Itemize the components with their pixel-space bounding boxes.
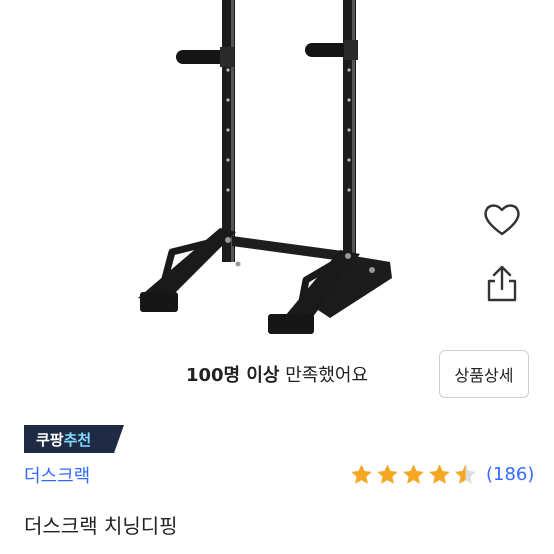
badge-label-reco: 추천 bbox=[63, 431, 92, 449]
star-icon bbox=[403, 463, 424, 484]
star-icon bbox=[351, 463, 372, 484]
product-image bbox=[138, 0, 392, 334]
brand-link[interactable]: 더스크랙 bbox=[24, 462, 90, 488]
product-title: 더스크랙 치닝디핑 bbox=[24, 514, 178, 538]
review-count[interactable]: (186) bbox=[486, 464, 534, 485]
star-icon bbox=[377, 463, 398, 484]
share-icon[interactable] bbox=[480, 262, 524, 306]
heart-icon[interactable] bbox=[480, 198, 524, 242]
satisfaction-count: 100명 이상 bbox=[185, 365, 280, 386]
badge-label-coupang: 쿠팡 bbox=[36, 431, 64, 449]
half-star-icon bbox=[455, 463, 476, 484]
product-detail-button[interactable]: 상품상세 bbox=[439, 350, 529, 398]
star-icon bbox=[429, 463, 450, 484]
rating[interactable]: (186) bbox=[350, 461, 534, 487]
recommendation-badge: 쿠팡추천 bbox=[24, 425, 124, 453]
satisfaction-rest: 만족했어요 bbox=[279, 365, 369, 386]
